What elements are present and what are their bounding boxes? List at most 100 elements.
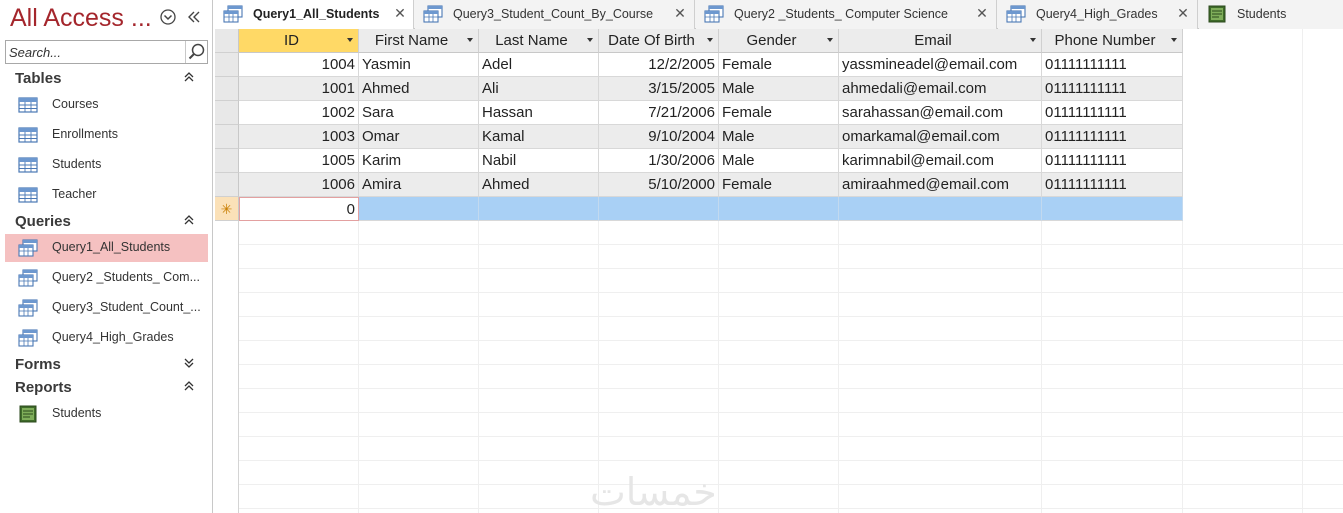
cell-phone-number[interactable]: 01111111111	[1042, 101, 1183, 125]
group-collapse-icon[interactable]	[180, 213, 198, 231]
tab-query4[interactable]: Query4_High_Grades ✕	[998, 0, 1198, 29]
cell-email[interactable]: sarahassan@email.com	[839, 101, 1042, 125]
nav-item-query1[interactable]: Query1_All_Students	[5, 234, 208, 262]
cell-date-of-birth[interactable]: 3/15/2005	[599, 77, 719, 101]
cell-first-name[interactable]: Ahmed	[359, 77, 479, 101]
cell-date-of-birth[interactable]: 7/21/2006	[599, 101, 719, 125]
cell-gender[interactable]: Male	[719, 77, 839, 101]
search-icon[interactable]	[185, 41, 207, 63]
cell-gender[interactable]: Female	[719, 53, 839, 77]
cell-date-of-birth[interactable]: 9/10/2004	[599, 125, 719, 149]
tab-query2[interactable]: Query2 _Students_ Computer Science ✕	[696, 0, 997, 29]
new-record-cell[interactable]	[1042, 197, 1183, 221]
cell-gender[interactable]: Female	[719, 101, 839, 125]
cell-gender[interactable]: Female	[719, 173, 839, 197]
nav-item-query4[interactable]: Query4_High_Grades	[5, 324, 208, 352]
collapse-pane-icon[interactable]	[185, 8, 203, 26]
nav-item-teacher[interactable]: Teacher	[5, 181, 208, 209]
cell-date-of-birth[interactable]: 12/2/2005	[599, 53, 719, 77]
record-selector[interactable]	[215, 53, 239, 77]
cell-phone-number[interactable]: 01111111111	[1042, 53, 1183, 77]
nav-menu-icon[interactable]	[159, 8, 177, 26]
column-header-last-name[interactable]: Last Name	[479, 29, 599, 53]
cell-date-of-birth[interactable]: 1/30/2006	[599, 149, 719, 173]
cell-first-name[interactable]: Sara	[359, 101, 479, 125]
record-selector[interactable]	[215, 77, 239, 101]
close-tab-icon[interactable]: ✕	[673, 6, 687, 20]
nav-search-input[interactable]	[9, 43, 181, 61]
sort-filter-dropdown-icon[interactable]	[707, 38, 713, 42]
sort-filter-dropdown-icon[interactable]	[1171, 38, 1177, 42]
cell-first-name[interactable]: Karim	[359, 149, 479, 173]
nav-item-students-report[interactable]: Students	[5, 400, 208, 428]
tab-query3[interactable]: Query3_Student_Count_By_Course ✕	[415, 0, 695, 29]
tab-students-report[interactable]: Students	[1199, 0, 1343, 29]
sort-filter-dropdown-icon[interactable]	[1030, 38, 1036, 42]
cell-id[interactable]: 1002	[239, 101, 359, 125]
nav-item-query3[interactable]: Query3_Student_Count_...	[5, 294, 208, 322]
new-record-cell[interactable]	[719, 197, 839, 221]
nav-item-query2[interactable]: Query2 _Students_ Com...	[5, 264, 208, 292]
new-record-cell[interactable]	[479, 197, 599, 221]
nav-group-reports[interactable]: Reports	[15, 379, 72, 396]
cell-email[interactable]: omarkamal@email.com	[839, 125, 1042, 149]
tab-query1-all-students[interactable]: Query1_All_Students ✕	[215, 0, 414, 30]
cell-last-name[interactable]: Kamal	[479, 125, 599, 149]
new-record-cell[interactable]	[599, 197, 719, 221]
record-selector[interactable]	[215, 101, 239, 125]
nav-item-courses[interactable]: Courses	[5, 91, 208, 119]
cell-gender[interactable]: Male	[719, 149, 839, 173]
column-header-email[interactable]: Email	[839, 29, 1042, 53]
cell-last-name[interactable]: Nabil	[479, 149, 599, 173]
cell-last-name[interactable]: Adel	[479, 53, 599, 77]
select-all-corner[interactable]	[215, 29, 239, 53]
close-tab-icon[interactable]: ✕	[1176, 6, 1190, 20]
group-collapse-icon[interactable]	[180, 379, 198, 397]
close-tab-icon[interactable]: ✕	[393, 6, 407, 20]
cell-phone-number[interactable]: 01111111111	[1042, 77, 1183, 101]
record-selector[interactable]	[215, 173, 239, 197]
cell-last-name[interactable]: Ali	[479, 77, 599, 101]
sort-filter-dropdown-icon[interactable]	[587, 38, 593, 42]
cell-email[interactable]: ahmedali@email.com	[839, 77, 1042, 101]
cell-first-name[interactable]: Amira	[359, 173, 479, 197]
new-record-id-cell[interactable]: 0	[239, 197, 359, 221]
cell-email[interactable]: karimnabil@email.com	[839, 149, 1042, 173]
cell-email[interactable]: amiraahmed@email.com	[839, 173, 1042, 197]
cell-date-of-birth[interactable]: 5/10/2000	[599, 173, 719, 197]
sort-filter-dropdown-icon[interactable]	[467, 38, 473, 42]
cell-first-name[interactable]: Omar	[359, 125, 479, 149]
record-selector[interactable]	[215, 125, 239, 149]
cell-first-name[interactable]: Yasmin	[359, 53, 479, 77]
nav-item-students-table[interactable]: Students	[5, 151, 208, 179]
nav-item-enrollments[interactable]: Enrollments	[5, 121, 208, 149]
cell-last-name[interactable]: Hassan	[479, 101, 599, 125]
cell-email[interactable]: yassmineadel@email.com	[839, 53, 1042, 77]
nav-group-tables[interactable]: Tables	[15, 70, 61, 87]
nav-pane-title[interactable]: All Access ...	[10, 4, 152, 33]
cell-phone-number[interactable]: 01111111111	[1042, 173, 1183, 197]
column-header-gender[interactable]: Gender	[719, 29, 839, 53]
cell-last-name[interactable]: Ahmed	[479, 173, 599, 197]
column-header-first-name[interactable]: First Name	[359, 29, 479, 53]
column-header-phone-number[interactable]: Phone Number	[1042, 29, 1183, 53]
new-record-asterisk-icon[interactable]: ✳	[215, 197, 239, 221]
record-selector[interactable]	[215, 149, 239, 173]
cell-phone-number[interactable]: 01111111111	[1042, 125, 1183, 149]
nav-group-queries[interactable]: Queries	[15, 213, 71, 230]
column-header-date-of-birth[interactable]: Date Of Birth	[599, 29, 719, 53]
new-record-cell[interactable]	[839, 197, 1042, 221]
sort-filter-dropdown-icon[interactable]	[827, 38, 833, 42]
cell-id[interactable]: 1003	[239, 125, 359, 149]
cell-id[interactable]: 1001	[239, 77, 359, 101]
close-tab-icon[interactable]: ✕	[975, 6, 989, 20]
new-record-cell[interactable]	[359, 197, 479, 221]
group-expand-icon[interactable]	[180, 356, 198, 374]
cell-id[interactable]: 1006	[239, 173, 359, 197]
group-collapse-icon[interactable]	[180, 70, 198, 88]
nav-group-forms[interactable]: Forms	[15, 356, 61, 373]
cell-phone-number[interactable]: 01111111111	[1042, 149, 1183, 173]
cell-id[interactable]: 1005	[239, 149, 359, 173]
column-header-id[interactable]: ID	[239, 29, 359, 53]
cell-id[interactable]: 1004	[239, 53, 359, 77]
